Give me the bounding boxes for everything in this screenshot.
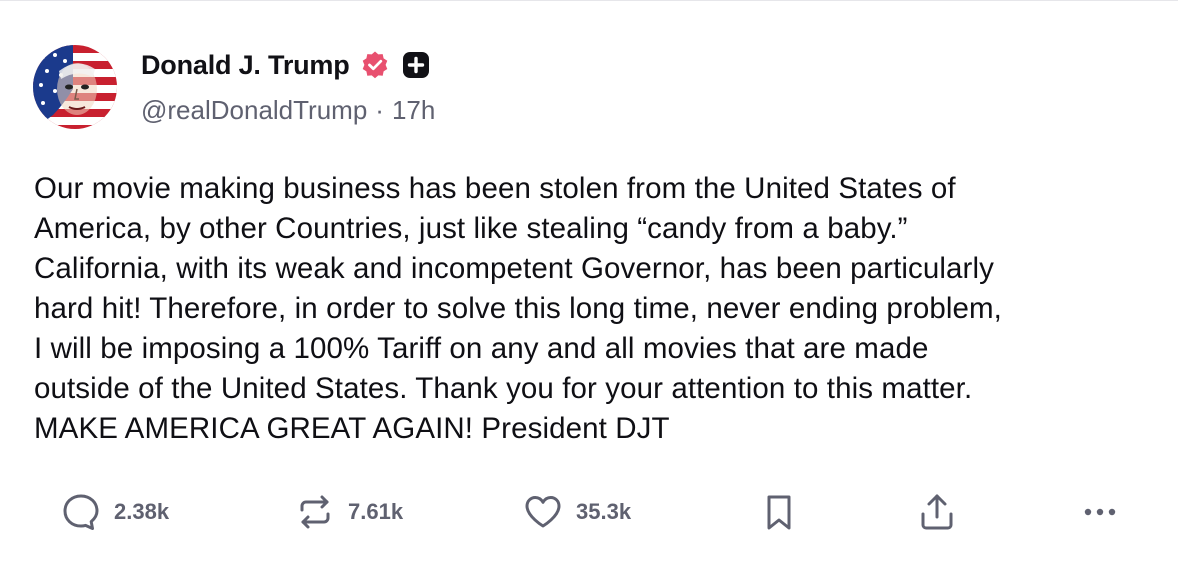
verified-badge-icon <box>360 50 390 80</box>
avatar[interactable] <box>33 45 117 129</box>
bookmark-icon <box>758 491 800 533</box>
meta-separator: · <box>375 95 384 125</box>
post-text-line: I will be imposing a 100% Tariff on any … <box>34 332 929 365</box>
like-button[interactable]: 35.3k <box>522 489 631 535</box>
post-timestamp[interactable]: 17h <box>392 95 435 126</box>
post-text: Our movie making business has been stole… <box>34 169 1149 449</box>
post-text-line: hard hit! Therefore, in order to solve t… <box>34 292 1002 325</box>
reply-count: 2.38k <box>114 499 170 524</box>
repost-button[interactable]: 7.61k <box>294 489 403 535</box>
reply-button[interactable]: 2.38k <box>60 489 169 535</box>
post-text-line: America, by other Countries, just like s… <box>34 212 908 245</box>
avatar-image <box>33 45 117 129</box>
author-display-name[interactable]: Donald J. Trump <box>141 50 350 81</box>
post-actions-bar: 2.38k 7.61k 35.3k <box>0 489 1178 535</box>
heart-icon <box>522 491 564 533</box>
post-text-line: California, with its weak and incompeten… <box>34 252 994 285</box>
like-count: 35.3k <box>576 499 632 524</box>
author-handle-row: @realDonaldTrump · 17h <box>141 95 435 126</box>
post-text-line: outside of the United States. Thank you … <box>34 372 973 405</box>
bookmark-button[interactable] <box>758 489 800 535</box>
post-text-line: Our movie making business has been stole… <box>34 172 956 205</box>
share-button[interactable] <box>916 489 958 535</box>
more-icon <box>1080 491 1120 533</box>
author-name-row: Donald J. Trump <box>141 45 430 85</box>
share-icon <box>916 491 958 533</box>
author-handle[interactable]: @realDonaldTrump <box>141 95 367 126</box>
plus-badge-icon <box>402 51 430 79</box>
comment-icon <box>60 491 102 533</box>
repost-count: 7.61k <box>348 499 404 524</box>
post-card: Donald J. Trump @realDonaldTrump · 17h O… <box>0 0 1178 570</box>
repost-icon <box>294 491 336 533</box>
more-options-button[interactable] <box>1080 489 1120 535</box>
post-text-line: MAKE AMERICA GREAT AGAIN! President DJT <box>34 412 670 445</box>
